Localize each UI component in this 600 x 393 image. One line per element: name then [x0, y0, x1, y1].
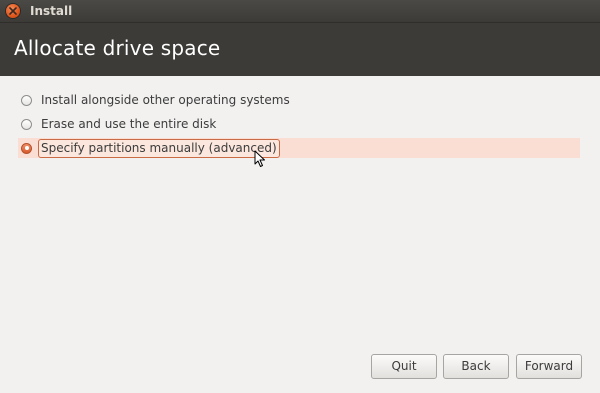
option-install-alongside[interactable]: Install alongside other operating system…	[18, 90, 580, 110]
radio-button[interactable]	[21, 118, 32, 130]
option-label: Erase and use the entire disk	[41, 116, 217, 131]
mouse-pointer-icon	[254, 150, 265, 167]
close-button[interactable]	[6, 4, 20, 18]
close-icon	[9, 7, 17, 15]
content-area: Install alongside other operating system…	[0, 76, 600, 393]
page-title: Allocate drive space	[14, 36, 221, 60]
page-header: Allocate drive space	[0, 22, 600, 76]
radio-button-selected[interactable]	[21, 142, 32, 154]
title-bar[interactable]: Install	[0, 0, 600, 22]
quit-button[interactable]: Quit	[371, 354, 437, 379]
option-label: Specify partitions manually (advanced)	[38, 138, 280, 158]
installer-window: Install Allocate drive space Install alo…	[0, 0, 600, 393]
window-title: Install	[30, 4, 73, 18]
back-button[interactable]: Back	[443, 354, 509, 379]
forward-button[interactable]: Forward	[516, 354, 582, 379]
option-label: Install alongside other operating system…	[41, 92, 290, 107]
radio-button[interactable]	[21, 94, 32, 106]
option-erase-disk[interactable]: Erase and use the entire disk	[18, 114, 580, 134]
option-manual-partitions[interactable]: Specify partitions manually (advanced)	[18, 138, 580, 158]
